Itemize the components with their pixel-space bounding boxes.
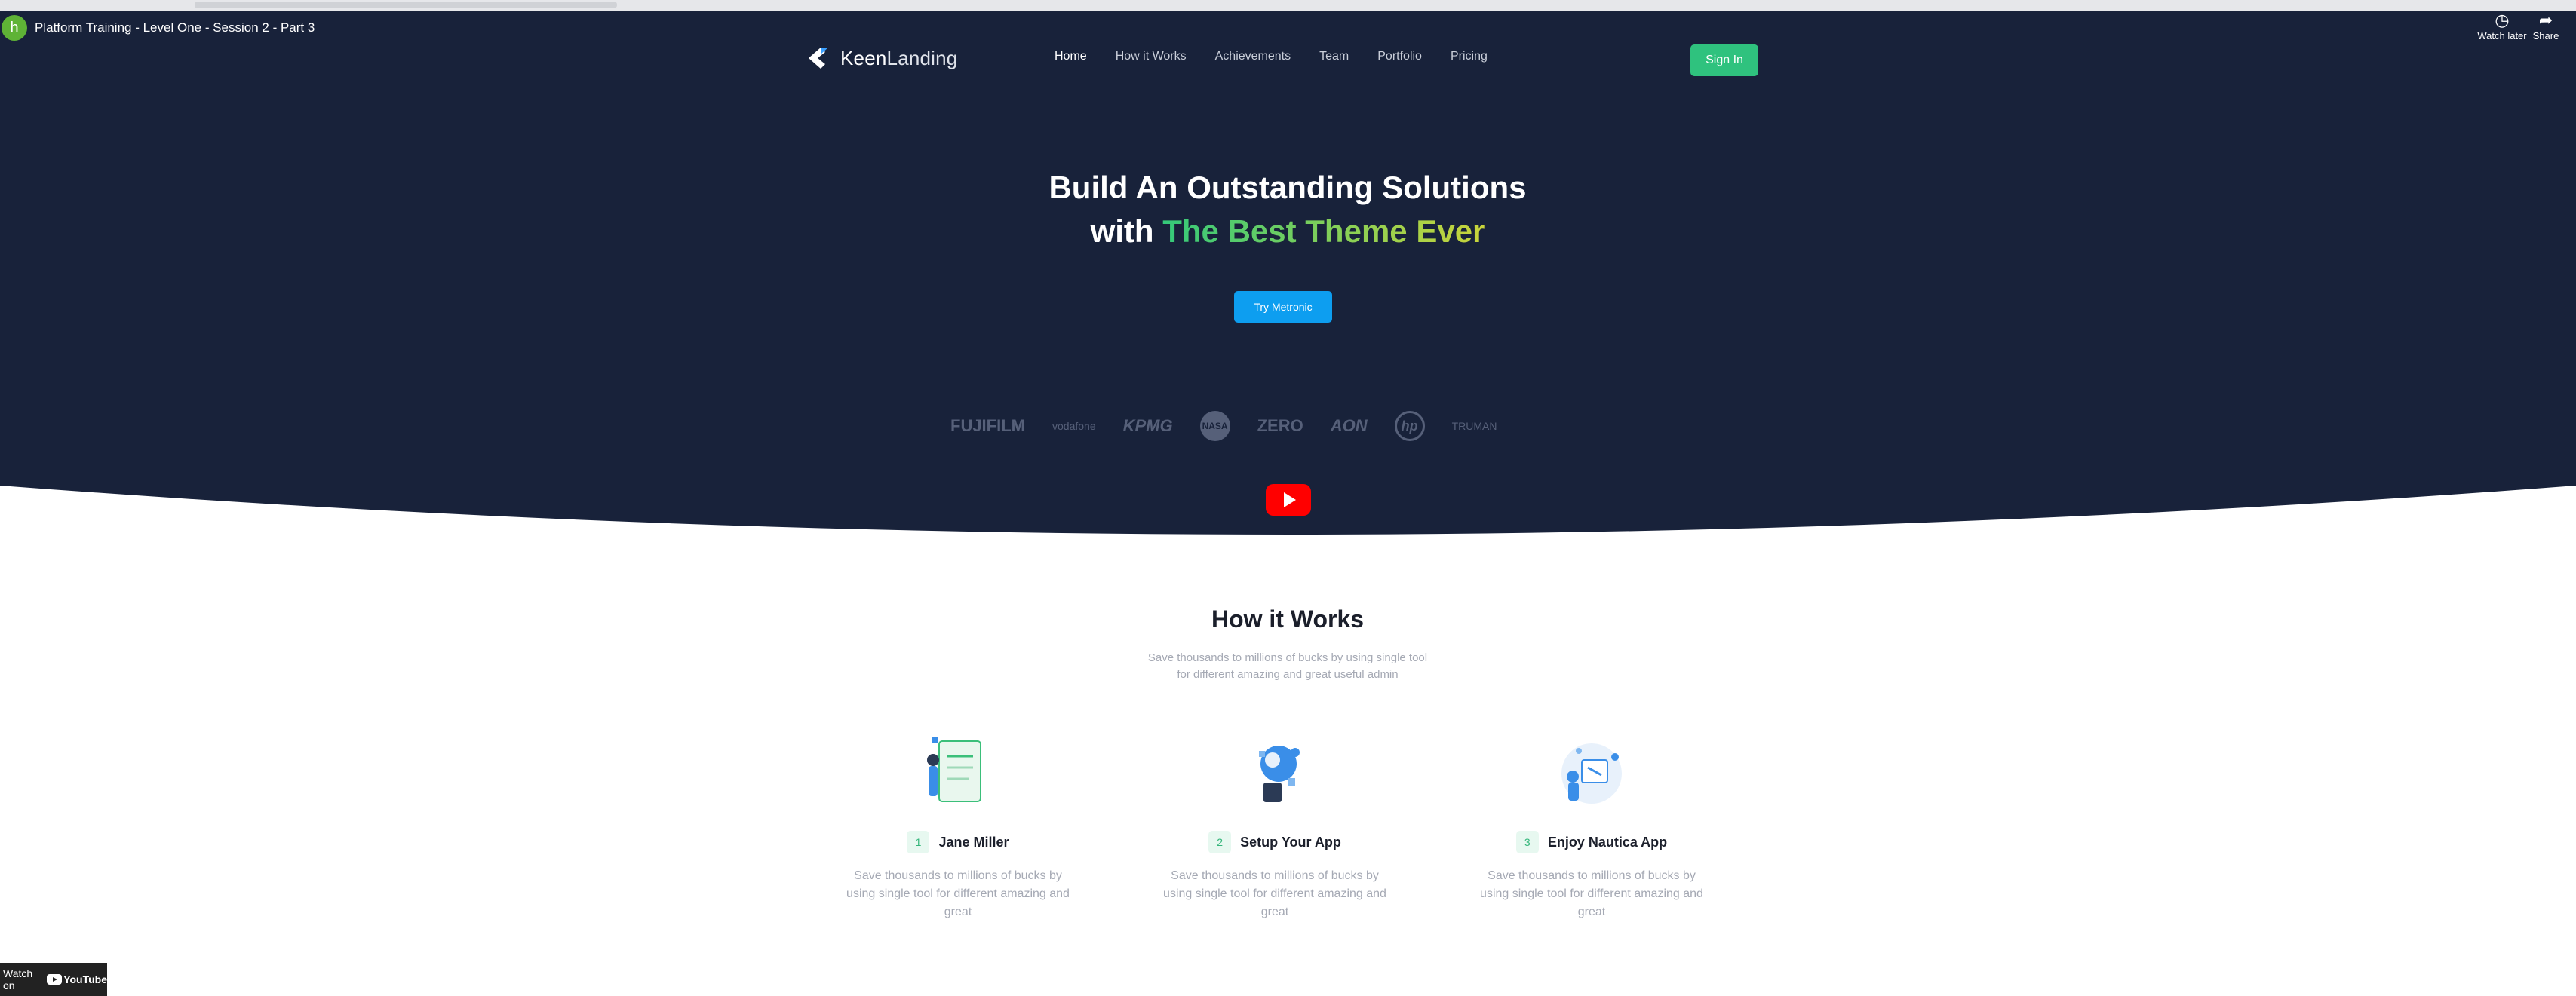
main-nav: Home How it Works Achievements Team Port… (1055, 50, 1488, 63)
how-it-works-subtitle: Save thousands to millions of bucks by u… (1099, 650, 1476, 683)
youtube-wordmark: YouTube (63, 973, 107, 985)
channel-avatar[interactable]: h (2, 15, 27, 41)
brand-logo-zero: ZERO (1257, 416, 1303, 435)
watch-on-youtube-button[interactable]: Watch on YouTube (0, 963, 107, 996)
video-title-bar[interactable]: h Platform Training - Level One - Sessio… (0, 15, 315, 41)
share-label: Share (2532, 30, 2559, 41)
step-number: 3 (1515, 831, 1539, 853)
step-heading: 1 Jane Miller (834, 831, 1082, 853)
address-bar[interactable] (195, 2, 617, 8)
step-description: Save thousands to millions of bucks by u… (1163, 869, 1386, 918)
step-card-3: 3 Enjoy Nautica App Save thousands to mi… (1467, 730, 1716, 921)
brand-logo-aon: AON (1330, 416, 1368, 435)
step-number: 2 (1208, 831, 1232, 853)
share-icon: ➦ (2538, 11, 2553, 29)
video-title[interactable]: Platform Training - Level One - Session … (35, 20, 315, 35)
logo-icon (809, 48, 828, 69)
hero-section (0, 11, 2576, 553)
play-button[interactable] (1266, 484, 1311, 516)
step-label: Setup Your App (1240, 834, 1341, 850)
nav-portfolio[interactable]: Portfolio (1377, 50, 1422, 63)
hero-heading-line2: with The Best Theme Ever (910, 210, 1665, 253)
nav-how-it-works[interactable]: How it Works (1116, 50, 1187, 63)
share-button[interactable]: ➦ Share (2519, 11, 2572, 41)
hero-heading: Build An Outstanding Solutions with The … (910, 166, 1665, 253)
nav-achievements[interactable]: Achievements (1215, 50, 1291, 63)
step-heading: 2 Setup Your App (1150, 831, 1399, 853)
hero-heading-line1: Build An Outstanding Solutions (1049, 170, 1527, 205)
youtube-logo-icon: YouTube (47, 973, 107, 985)
step-label: Jane Miller (938, 834, 1009, 850)
play-icon (1284, 492, 1296, 507)
brand-logo-kpmg: KPMG (1122, 416, 1173, 435)
step-card-2: 2 Setup Your App Save thousands to milli… (1150, 730, 1399, 921)
nav-home[interactable]: Home (1055, 50, 1087, 63)
subtitle-line2: for different amazing and great useful a… (1177, 668, 1399, 681)
keenlanding-logo[interactable]: KeenLanding (806, 45, 957, 71)
how-it-works-title: How it Works (1211, 605, 1365, 633)
step-label: Enjoy Nautica App (1547, 834, 1668, 850)
step-heading: 3 Enjoy Nautica App (1467, 831, 1716, 853)
browser-bar (0, 0, 2576, 11)
brand-logo-truman: TRUMAN (1451, 420, 1497, 432)
hero-heading-highlight: The Best Theme Ever (1162, 213, 1485, 249)
sign-in-button[interactable]: Sign In (1690, 44, 1758, 76)
watch-on-label: Watch on (3, 967, 33, 991)
nav-team[interactable]: Team (1319, 50, 1349, 63)
brand-logo-fujifilm: FUJIFILM (950, 416, 1025, 435)
step-card-1: 1 Jane Miller Save thousands to millions… (834, 730, 1082, 921)
brand-logos: FUJIFILM vodafone KPMG NASA ZERO AON hp … (950, 407, 1497, 445)
app-illustration-icon (1543, 730, 1641, 820)
logo-text-landing: Landing (886, 46, 958, 69)
brand-logo-hp: hp (1394, 411, 1425, 441)
checklist-illustration-icon (909, 730, 1007, 820)
nav-pricing[interactable]: Pricing (1451, 50, 1488, 63)
step-description: Save thousands to millions of bucks by u… (1480, 869, 1703, 918)
logo-text-keen: Keen (840, 46, 887, 69)
brand-logo-nasa: NASA (1199, 411, 1230, 441)
try-metronic-button[interactable]: Try Metronic (1234, 291, 1332, 323)
step-description: Save thousands to millions of bucks by u… (846, 869, 1070, 918)
setup-illustration-icon (1226, 730, 1324, 820)
brand-logo-vodafone: vodafone (1052, 420, 1096, 432)
step-number: 1 (907, 831, 930, 853)
hero-heading-prefix: with (1090, 213, 1163, 249)
subtitle-line1: Save thousands to millions of bucks by u… (1147, 651, 1428, 664)
